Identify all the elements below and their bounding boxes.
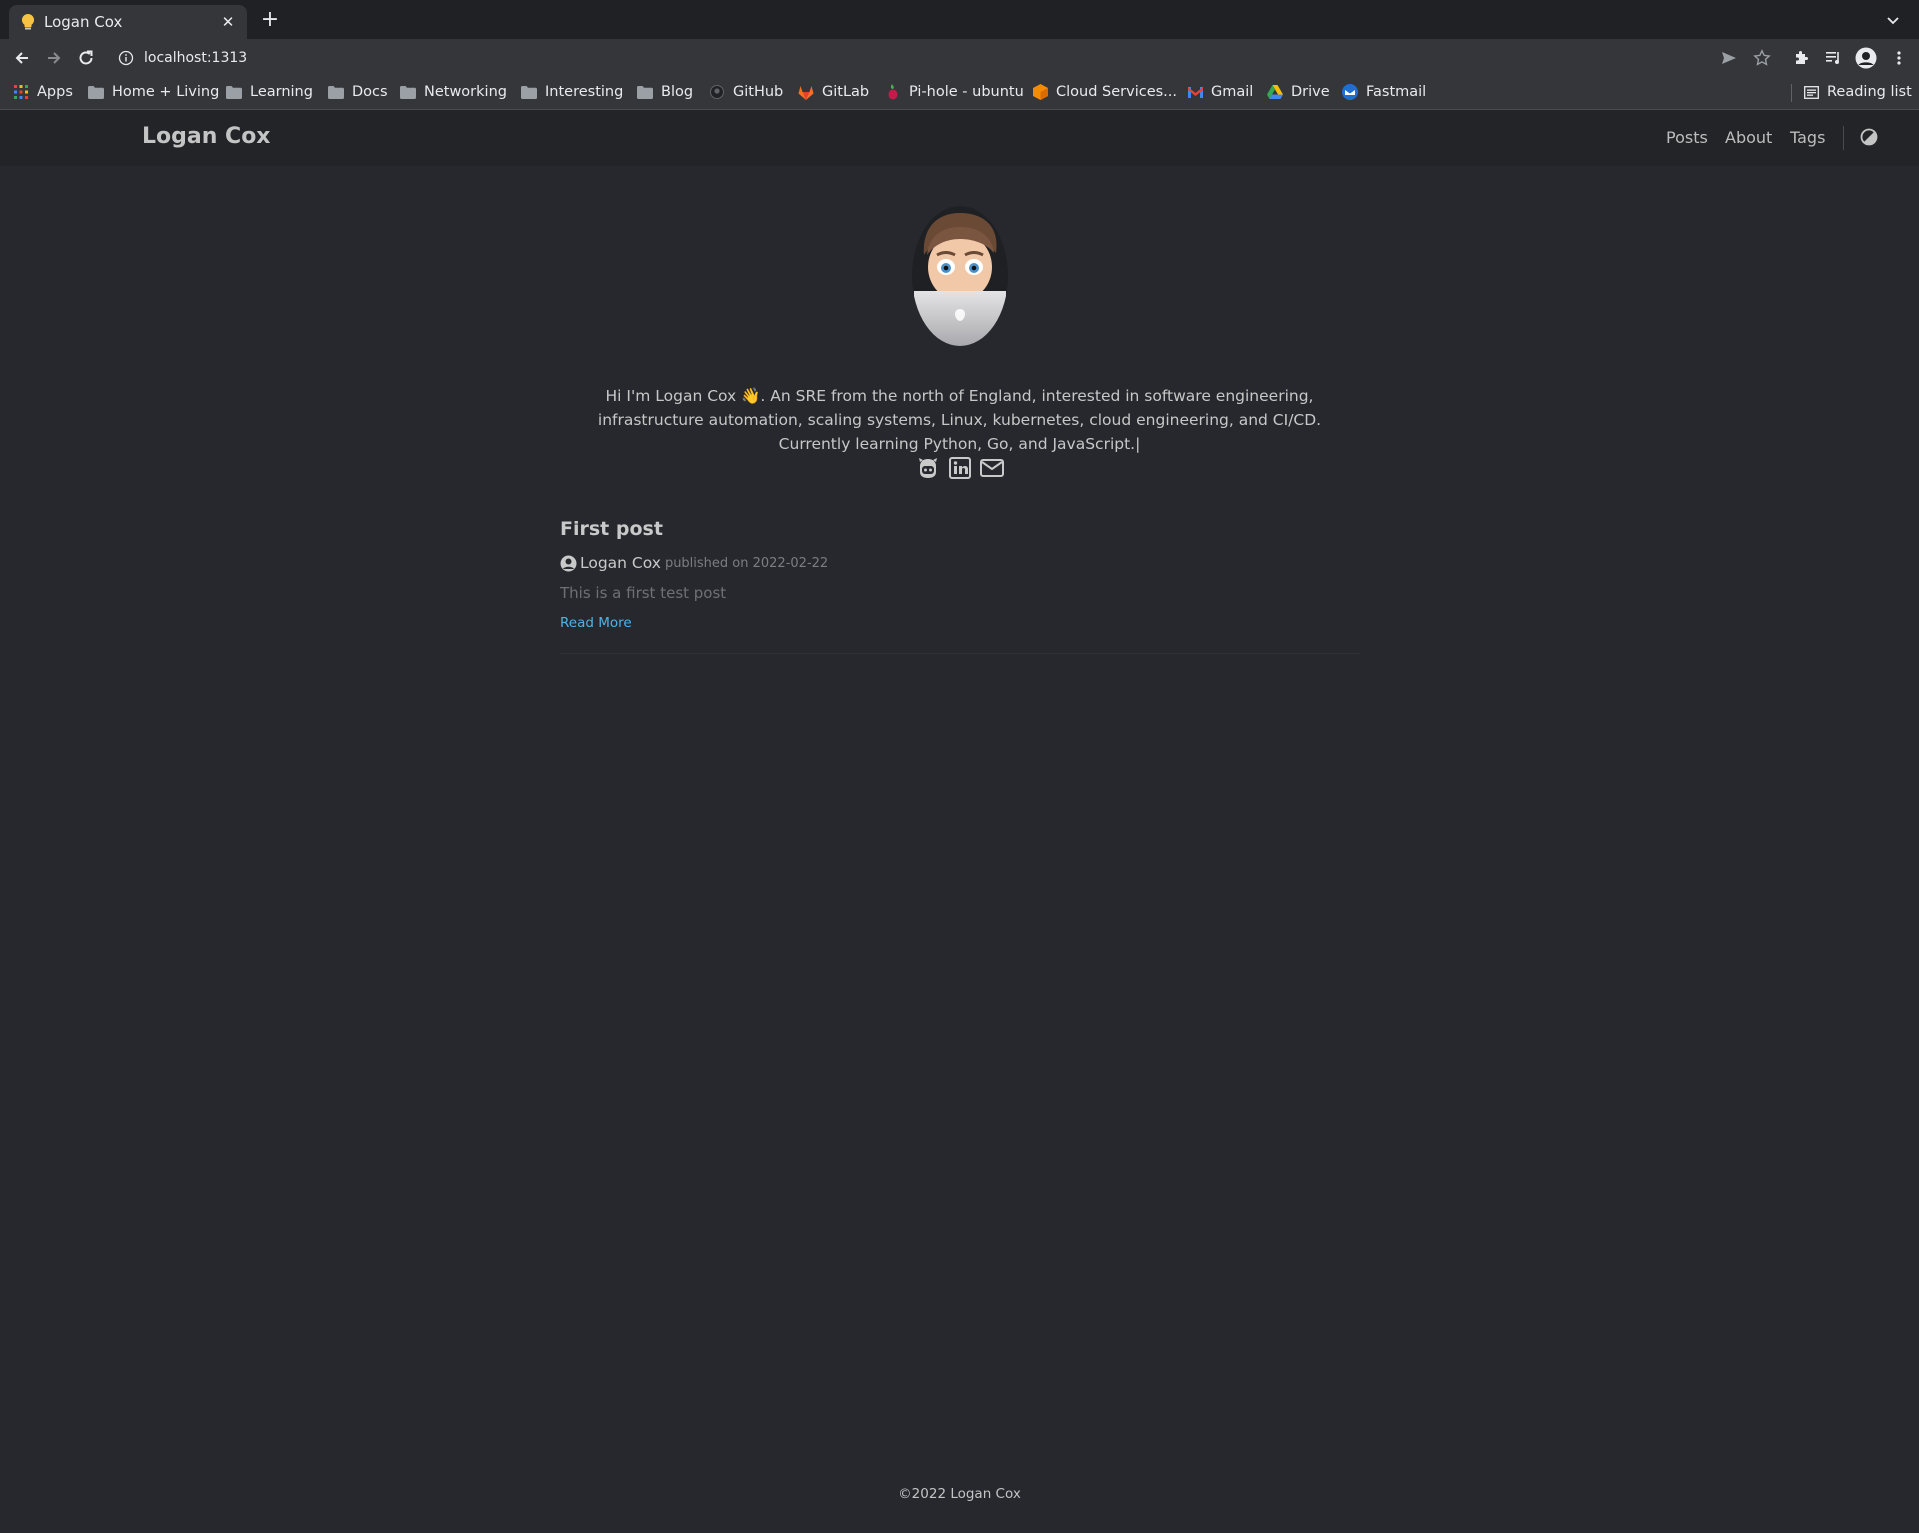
media-queue-icon[interactable] <box>1823 47 1845 69</box>
bookmark-fastmail[interactable]: Fastmail <box>1342 82 1426 102</box>
bookmark-label: Blog <box>661 84 694 100</box>
bookmark-folder-docs[interactable]: Docs <box>328 82 388 102</box>
bookmark-folder-home-living[interactable]: Home + Living <box>88 82 219 102</box>
site-info-icon[interactable] <box>118 50 134 66</box>
bookmark-folder-blog[interactable]: Blog <box>637 82 693 102</box>
browser-tab[interactable]: Logan Cox ✕ <box>9 5 247 39</box>
post-date: published on 2022-02-22 <box>664 555 829 571</box>
site-brand-link[interactable]: Logan Cox <box>142 124 271 149</box>
nav-tags[interactable]: Tags <box>1790 128 1825 147</box>
reading-list-icon <box>1803 84 1819 100</box>
bookmark-gmail[interactable]: Gmail <box>1187 82 1253 102</box>
address-bar[interactable]: localhost:1313 <box>110 43 1730 72</box>
bookmarks-bar: Apps Home + Living Learning Docs Network… <box>0 76 1919 110</box>
browser-menu-icon[interactable] <box>1888 47 1910 69</box>
close-tab-icon[interactable]: ✕ <box>219 13 237 31</box>
apps-grid-icon <box>13 84 29 100</box>
profile-avatar[interactable] <box>1855 47 1877 69</box>
bookmark-label: Learning <box>250 84 313 100</box>
send-icon[interactable] <box>1718 47 1740 69</box>
read-more-link[interactable]: Read More <box>560 615 632 631</box>
bookmark-gitlab[interactable]: GitLab <box>798 82 869 102</box>
post-author: Logan Cox <box>580 554 661 572</box>
bookmark-label: Networking <box>424 84 507 100</box>
folder-icon <box>400 84 416 100</box>
folder-icon <box>328 84 344 100</box>
bookmark-separator <box>1791 84 1792 102</box>
reading-list-label: Reading list <box>1827 84 1912 100</box>
nav-posts[interactable]: Posts <box>1666 128 1708 147</box>
folder-icon <box>521 84 537 100</box>
bookmark-label: Interesting <box>545 84 624 100</box>
user-circle-icon <box>560 555 577 572</box>
pihole-icon <box>885 84 901 100</box>
bookmark-label: Gmail <box>1211 84 1254 100</box>
footer-copyright: ©2022 Logan Cox <box>898 1486 1021 1502</box>
bookmark-label: Pi-hole - ubuntu <box>909 84 1024 100</box>
folder-icon <box>637 84 653 100</box>
tab-title: Logan Cox <box>44 13 123 31</box>
bookmark-folder-networking[interactable]: Networking <box>400 82 507 102</box>
reading-list-button[interactable]: Reading list <box>1803 82 1912 102</box>
social-links <box>915 455 1005 485</box>
bookmark-label: Apps <box>37 84 73 100</box>
bookmark-folder-interesting[interactable]: Interesting <box>521 82 623 102</box>
bookmark-folder-learning[interactable]: Learning <box>226 82 313 102</box>
folder-icon <box>88 84 104 100</box>
browser-tabstrip: Logan Cox ✕ + <box>0 0 1919 39</box>
linkedin-icon[interactable] <box>947 455 973 481</box>
extensions-puzzle-icon[interactable] <box>1790 47 1812 69</box>
github-icon[interactable] <box>915 455 941 481</box>
bookmark-label: Drive <box>1291 84 1330 100</box>
bookmark-label: Home + Living <box>112 84 220 100</box>
nav-divider <box>1843 126 1844 150</box>
new-tab-button[interactable]: + <box>259 9 281 31</box>
email-icon[interactable] <box>979 455 1005 481</box>
drive-icon <box>1267 84 1283 100</box>
tab-search-chevron-icon[interactable] <box>1883 10 1903 30</box>
site-header: Logan Cox Posts About Tags <box>0 110 1919 166</box>
post-title-link[interactable]: First post <box>560 518 1360 540</box>
gitlab-icon <box>798 84 814 100</box>
avatar <box>910 205 1010 347</box>
bookmark-label: GitLab <box>822 84 870 100</box>
back-arrow-icon[interactable] <box>11 47 33 69</box>
nav-about[interactable]: About <box>1725 128 1772 147</box>
bookmark-label: Fastmail <box>1366 84 1427 100</box>
github-icon <box>709 84 725 100</box>
forward-arrow-icon[interactable] <box>43 47 65 69</box>
theme-toggle-icon[interactable] <box>1860 128 1880 148</box>
bookmark-pihole[interactable]: Pi-hole - ubuntu <box>885 82 1024 102</box>
post-summary: This is a first test post <box>560 584 727 602</box>
bookmark-cloud-services[interactable]: Cloud Services... <box>1032 82 1177 102</box>
bookmark-label: GitHub <box>733 84 784 100</box>
gmail-icon <box>1187 84 1203 100</box>
bookmark-label: Cloud Services... <box>1056 84 1177 100</box>
url-text: localhost:1313 <box>144 49 248 66</box>
bookmark-star-icon[interactable] <box>1751 47 1773 69</box>
post-divider <box>560 653 1360 654</box>
folder-icon <box>226 84 242 100</box>
post-entry: First post Logan Cox published on 2022-0… <box>560 518 1360 631</box>
reload-icon[interactable] <box>75 47 97 69</box>
bio-text: Hi I'm Logan Cox 👋. An SRE from the nort… <box>597 386 1322 453</box>
bookmark-github[interactable]: GitHub <box>709 82 783 102</box>
fastmail-icon <box>1342 84 1358 100</box>
bookmark-drive[interactable]: Drive <box>1267 82 1330 102</box>
post-meta: Logan Cox published on 2022-02-22 <box>560 554 1360 572</box>
bookmark-apps[interactable]: Apps <box>13 82 73 102</box>
lightbulb-favicon-icon <box>20 14 36 30</box>
bookmark-label: Docs <box>352 84 388 100</box>
browser-toolbar: localhost:1313 <box>0 39 1919 76</box>
cloud-icon <box>1032 84 1048 100</box>
